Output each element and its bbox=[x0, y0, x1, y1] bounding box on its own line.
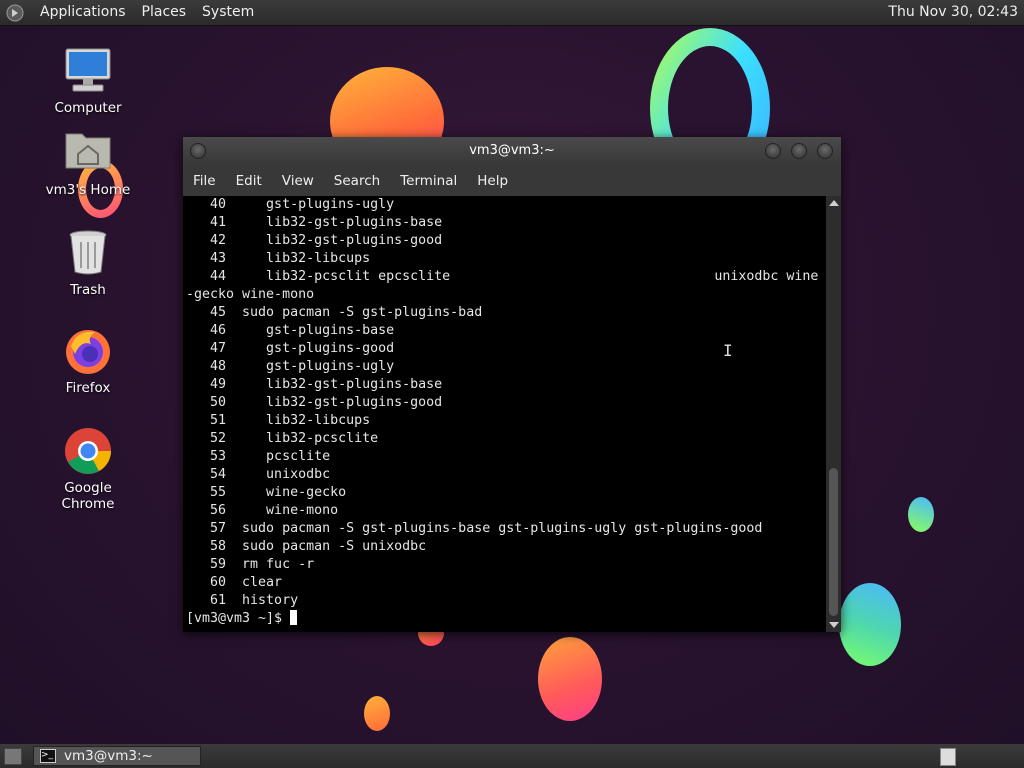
scroll-up-arrow-icon[interactable] bbox=[829, 200, 839, 206]
terminal-line: 46 gst-plugins-base bbox=[186, 323, 395, 338]
scroll-down-arrow-icon[interactable] bbox=[829, 622, 839, 628]
bottom-panel: >_ vm3@vm3:~ bbox=[0, 744, 1024, 768]
terminal-line: 42 lib32-gst-plugins-good bbox=[186, 233, 443, 248]
desktop-icon-trash[interactable]: Trash bbox=[38, 228, 138, 298]
wallpaper-small-blue-blob bbox=[908, 497, 934, 532]
terminal-line: 59 rm fuc -r bbox=[186, 557, 315, 572]
wallpaper-blue-green-blob bbox=[839, 583, 901, 666]
desktop-icon-label: Computer bbox=[54, 100, 122, 116]
maximize-button[interactable] bbox=[791, 143, 807, 159]
terminal-menubar: File Edit View Search Terminal Help bbox=[183, 165, 841, 196]
firefox-icon bbox=[63, 326, 113, 376]
terminal-line: 60 clear bbox=[186, 575, 283, 590]
terminal-line: 48 gst-plugins-ugly bbox=[186, 359, 395, 374]
show-desktop-icon[interactable] bbox=[4, 748, 22, 765]
clock[interactable]: Thu Nov 30, 02:43 bbox=[888, 0, 1018, 25]
desktop-icon-label: vm3's Home bbox=[45, 182, 131, 198]
desktop-icon-label: Trash bbox=[70, 282, 106, 298]
window-menu-button[interactable] bbox=[190, 143, 206, 159]
terminal-line: 53 pcsclite bbox=[186, 449, 331, 464]
window-title: vm3@vm3:~ bbox=[469, 143, 555, 158]
terminal-line: 61 history bbox=[186, 593, 299, 608]
taskbar-item-label: vm3@vm3:~ bbox=[64, 748, 153, 764]
terminal-line: 56 wine-mono bbox=[186, 503, 339, 518]
menu-help[interactable]: Help bbox=[467, 173, 518, 189]
terminal-line: 52 lib32-pcsclite bbox=[186, 431, 379, 446]
terminal-line: 58 sudo pacman -S unixodbc bbox=[186, 539, 427, 554]
window-titlebar[interactable]: vm3@vm3:~ bbox=[183, 137, 841, 165]
desktop-icon-firefox[interactable]: Firefox bbox=[38, 326, 138, 396]
menu-edit[interactable]: Edit bbox=[226, 173, 272, 189]
scrollbar-thumb[interactable] bbox=[829, 468, 838, 616]
desktop-icon-label: Firefox bbox=[65, 380, 111, 396]
terminal-line: 50 lib32-gst-plugins-good bbox=[186, 395, 443, 410]
desktop-icon-label: Google Chrome bbox=[61, 480, 115, 512]
menu-search[interactable]: Search bbox=[324, 173, 390, 189]
chrome-icon bbox=[63, 426, 113, 476]
terminal-window[interactable]: vm3@vm3:~ File Edit View Search Terminal… bbox=[183, 137, 841, 632]
taskbar-item-terminal[interactable]: >_ vm3@vm3:~ bbox=[33, 746, 201, 766]
shell-prompt: [vm3@vm3 ~]$ bbox=[186, 611, 291, 626]
wallpaper-small-orange-blob bbox=[364, 696, 390, 731]
top-panel: Applications Places System Thu Nov 30, 0… bbox=[0, 0, 1024, 25]
terminal-line: 49 lib32-gst-plugins-base bbox=[186, 377, 443, 392]
terminal-scrollbar[interactable] bbox=[826, 196, 841, 632]
close-button[interactable] bbox=[817, 143, 833, 159]
menu-file[interactable]: File bbox=[183, 173, 226, 189]
menu-terminal[interactable]: Terminal bbox=[390, 173, 467, 189]
ibeam-cursor-icon: I bbox=[723, 341, 733, 360]
text-cursor bbox=[290, 610, 298, 625]
workspace-switcher[interactable] bbox=[940, 748, 956, 766]
terminal-line: 45 sudo pacman -S gst-plugins-bad bbox=[186, 305, 483, 320]
minimize-button[interactable] bbox=[765, 143, 781, 159]
menu-view[interactable]: View bbox=[272, 173, 324, 189]
terminal-output[interactable]: 40 gst-plugins-ugly 41 lib32-gst-plugins… bbox=[183, 196, 826, 632]
applications-menu[interactable]: Applications bbox=[32, 0, 134, 25]
terminal-prompt-line[interactable]: [vm3@vm3 ~]$ bbox=[186, 610, 826, 628]
terminal-line: 40 gst-plugins-ugly bbox=[186, 197, 395, 212]
desktop-icon-home[interactable]: vm3's Home bbox=[38, 128, 138, 198]
desktop-icon-chrome[interactable]: Google Chrome bbox=[38, 426, 138, 512]
terminal-line: 57 sudo pacman -S gst-plugins-base gst-p… bbox=[186, 521, 763, 536]
terminal-line: 43 lib32-libcups bbox=[186, 251, 371, 266]
system-menu[interactable]: System bbox=[194, 0, 262, 25]
desktop-icon-computer[interactable]: Computer bbox=[38, 46, 138, 116]
home-folder-icon bbox=[63, 128, 113, 178]
terminal-line: 54 unixodbc bbox=[186, 467, 331, 482]
trash-icon bbox=[63, 228, 113, 278]
distro-logo-icon[interactable] bbox=[6, 4, 24, 22]
computer-icon bbox=[63, 46, 113, 96]
terminal-line: -gecko wine-mono bbox=[186, 287, 315, 302]
places-menu[interactable]: Places bbox=[134, 0, 195, 25]
terminal-line: 51 lib32-libcups bbox=[186, 413, 371, 428]
wallpaper-orange-blob-bottom bbox=[538, 637, 602, 721]
terminal-icon: >_ bbox=[40, 749, 56, 763]
terminal-line: 41 lib32-gst-plugins-base bbox=[186, 215, 443, 230]
terminal-line: 44 lib32-pcsclit epcsclite unixodbc wine bbox=[186, 269, 819, 284]
terminal-line: 55 wine-gecko bbox=[186, 485, 347, 500]
